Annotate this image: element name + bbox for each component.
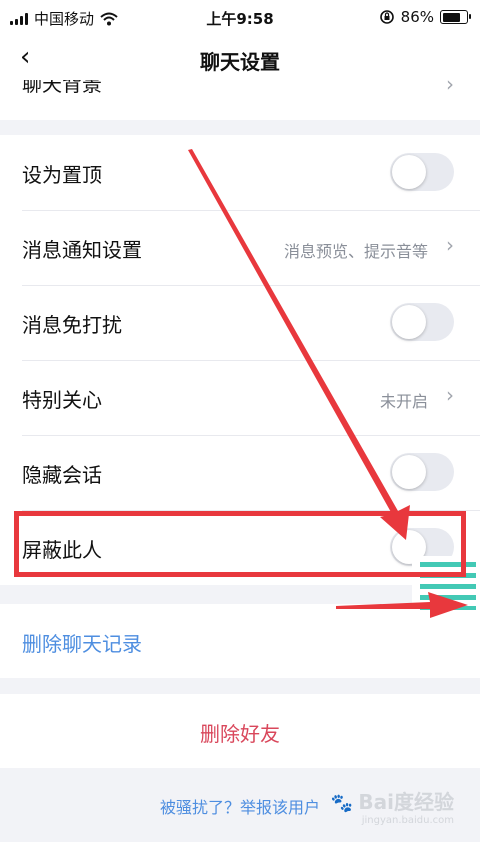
do-not-disturb-label: 消息免打扰 bbox=[22, 313, 122, 337]
notification-settings-value: 消息预览、提示音等 bbox=[283, 242, 428, 261]
menu-bar bbox=[420, 562, 476, 567]
hide-chat-toggle[interactable] bbox=[390, 453, 454, 491]
chat-background-row[interactable]: 聊天背景 › bbox=[0, 80, 480, 120]
rotation-lock-icon bbox=[379, 10, 394, 24]
menu-bar bbox=[420, 595, 476, 600]
do-not-disturb-row: 消息免打扰 bbox=[0, 285, 480, 360]
floating-menu-icon[interactable] bbox=[412, 556, 480, 614]
block-user-row: 屏蔽此人 bbox=[0, 510, 480, 585]
chat-background-label: 聊天背景 bbox=[22, 80, 102, 96]
chevron-right-icon: › bbox=[446, 233, 454, 257]
paw-icon: 🐾 bbox=[330, 793, 354, 814]
notification-settings-row[interactable]: 消息通知设置 消息预览、提示音等 › bbox=[0, 210, 480, 285]
chevron-right-icon: › bbox=[446, 383, 454, 407]
pin-chat-label: 设为置顶 bbox=[22, 163, 102, 187]
hide-chat-label: 隐藏会话 bbox=[22, 463, 102, 487]
clear-history-row[interactable]: 删除聊天记录 bbox=[0, 604, 480, 678]
page-title: 聊天设置 bbox=[200, 50, 280, 74]
status-bar: 中国移动 上午9:58 86% bbox=[0, 0, 480, 36]
chevron-right-icon: › bbox=[446, 80, 454, 96]
status-right: 86% bbox=[379, 8, 471, 26]
block-user-label: 屏蔽此人 bbox=[22, 538, 102, 562]
toggle-knob bbox=[392, 155, 426, 189]
toggle-knob bbox=[392, 455, 426, 489]
pin-chat-row: 设为置顶 bbox=[0, 135, 480, 210]
clear-history-button[interactable]: 删除聊天记录 bbox=[22, 628, 142, 657]
menu-bar bbox=[420, 573, 476, 578]
menu-bar bbox=[420, 584, 476, 589]
do-not-disturb-toggle[interactable] bbox=[390, 303, 454, 341]
pin-chat-toggle[interactable] bbox=[390, 153, 454, 191]
special-care-value: 未开启 bbox=[379, 392, 428, 411]
battery-fill bbox=[442, 12, 460, 22]
notification-settings-label: 消息通知设置 bbox=[22, 238, 142, 262]
hide-chat-row: 隐藏会话 bbox=[0, 435, 480, 510]
delete-friend-button[interactable]: 删除好友 bbox=[0, 718, 480, 747]
menu-bar bbox=[420, 606, 476, 610]
watermark-site: jingyan.baidu.com bbox=[361, 815, 454, 826]
nav-bar: ‹ 聊天设置 bbox=[0, 36, 480, 80]
delete-friend-row[interactable]: 删除好友 bbox=[0, 694, 480, 768]
watermark: 🐾 Bai度经验 jingyan.baidu.com bbox=[331, 786, 454, 826]
battery-icon bbox=[440, 10, 471, 24]
special-care-label: 特别关心 bbox=[22, 388, 102, 412]
toggle-knob bbox=[392, 305, 426, 339]
settings-group: 设为置顶 消息通知设置 消息预览、提示音等 › 消息免打扰 特别关心 未开启 ›… bbox=[0, 135, 480, 585]
battery-label: 86% bbox=[400, 8, 434, 26]
special-care-row[interactable]: 特别关心 未开启 › bbox=[0, 360, 480, 435]
watermark-name: Bai度经验 bbox=[358, 790, 454, 814]
